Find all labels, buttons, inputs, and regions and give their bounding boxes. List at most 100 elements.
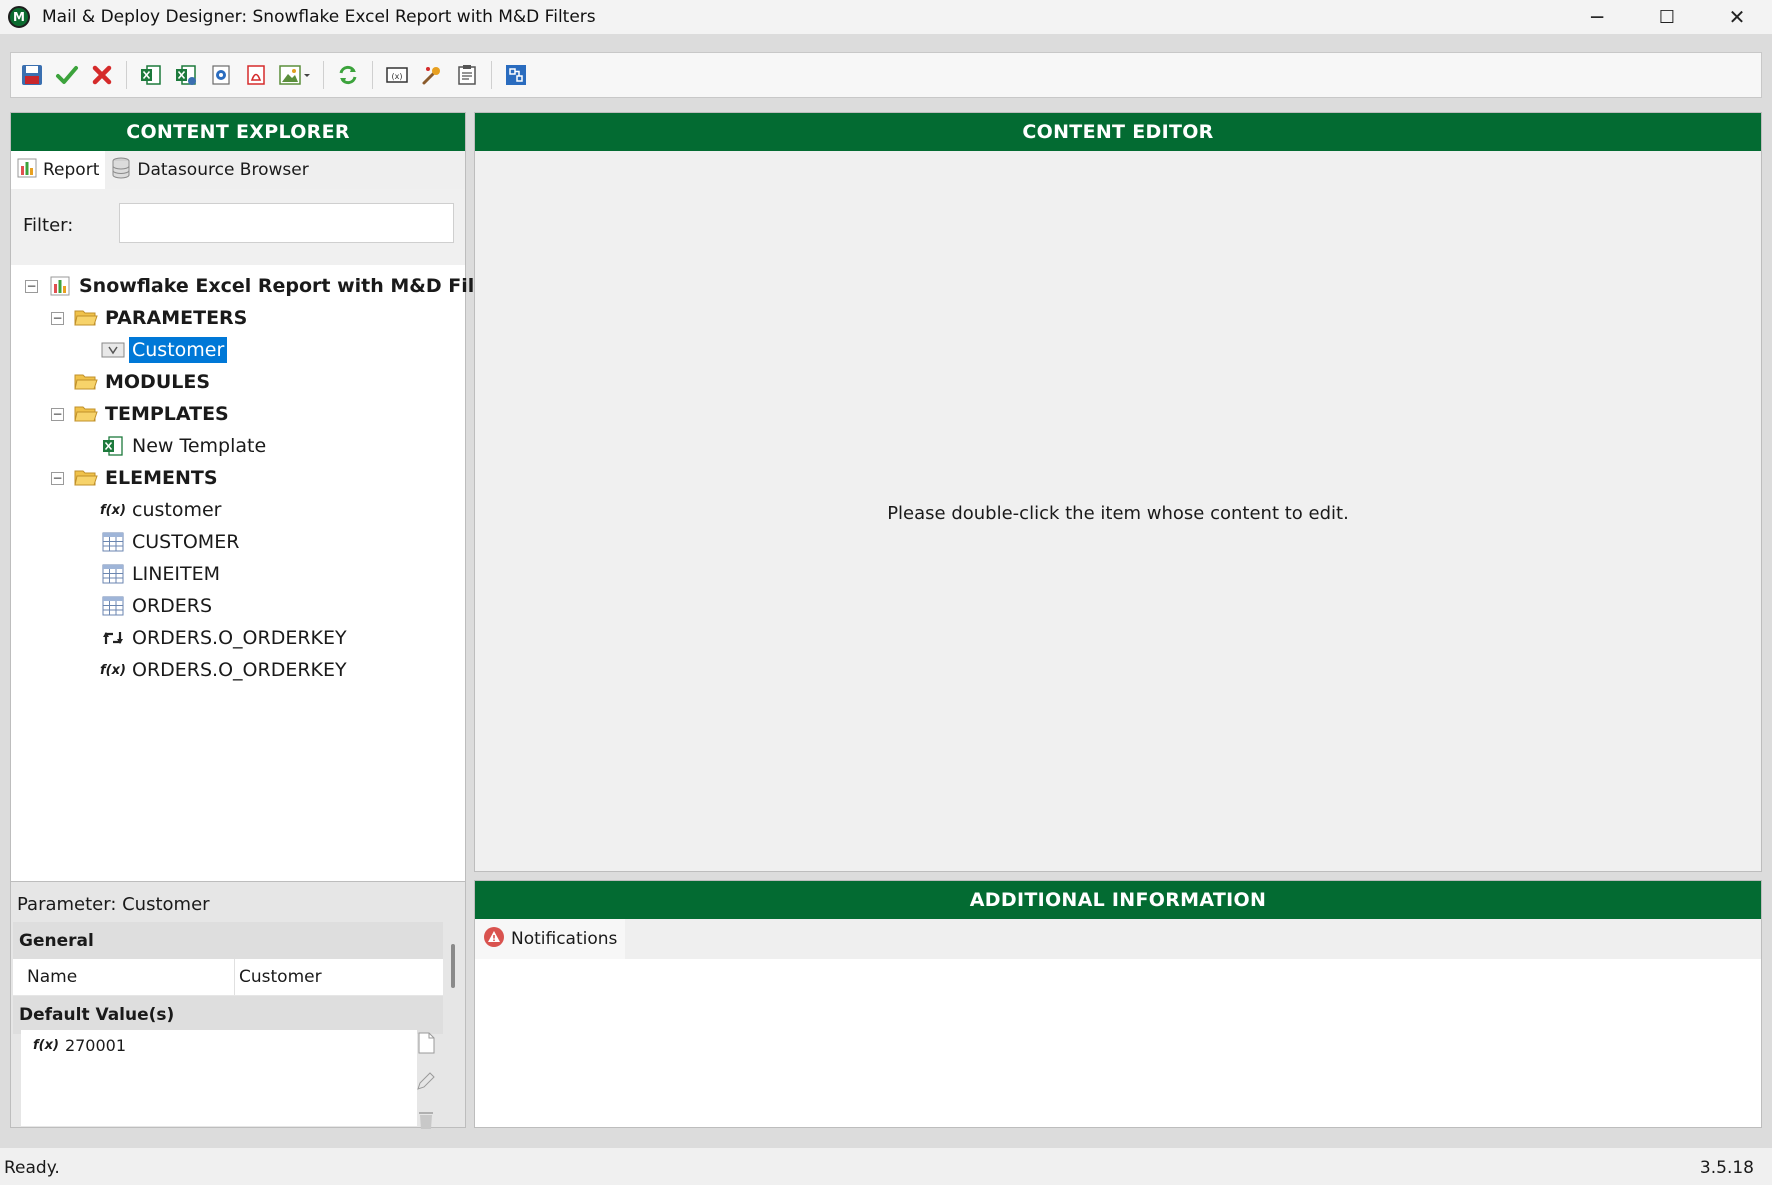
properties-general-section[interactable]: General: [13, 922, 443, 960]
maximize-button[interactable]: ☐: [1632, 0, 1702, 34]
trash-icon[interactable]: [416, 1108, 436, 1134]
function-icon: f(x): [100, 662, 126, 678]
tab-notifications-label: Notifications: [511, 929, 618, 949]
tree-folder-modules[interactable]: MODULES: [74, 367, 213, 397]
tab-datasource-browser[interactable]: Datasource Browser: [105, 151, 314, 189]
tree-item-new-template[interactable]: New Template: [101, 431, 269, 461]
collapse-icon[interactable]: −: [51, 407, 64, 421]
tree-modules-label: MODULES: [105, 371, 211, 393]
excel-template-icon: [101, 435, 125, 457]
minimize-button[interactable]: ─: [1562, 0, 1632, 34]
tree-new-template-label: New Template: [132, 435, 267, 457]
toolbar: (x): [10, 52, 1762, 98]
content-explorer-header: CONTENT EXPLORER: [11, 113, 465, 151]
structure-icon[interactable]: [503, 62, 529, 88]
tab-report[interactable]: Report: [11, 151, 106, 189]
tree-root-label: Snowflake Excel Report with M&D Filters: [79, 275, 517, 297]
collapse-icon[interactable]: −: [51, 471, 64, 485]
table-icon: [101, 531, 125, 553]
tree-elements-label: ELEMENTS: [105, 467, 218, 489]
tree-root-report[interactable]: − Snowflake Excel Report with M&D Filter…: [25, 271, 520, 301]
status-text: Ready.: [4, 1158, 60, 1178]
property-row-name: Name Customer: [13, 959, 443, 995]
save-icon[interactable]: [19, 62, 45, 88]
editor-placeholder-message: Please double-click the item whose conte…: [887, 503, 1349, 524]
tree-parameters-label: PARAMETERS: [105, 307, 248, 329]
status-bar: Ready. 3.5.18: [0, 1148, 1772, 1185]
title-bar: M Mail & Deploy Designer: Snowflake Exce…: [0, 0, 1772, 34]
version-label: 3.5.18: [1699, 1158, 1754, 1178]
property-name-key: Name: [13, 959, 235, 995]
additional-tabs: Notifications: [475, 919, 1761, 959]
close-button[interactable]: ✕: [1702, 0, 1772, 34]
tree-item-customer-parameter[interactable]: Customer: [101, 335, 228, 365]
toolbar-separator: [126, 61, 127, 89]
filter-input[interactable]: [119, 203, 454, 243]
warning-icon: [483, 926, 505, 953]
outlook-icon[interactable]: [208, 62, 234, 88]
apply-icon[interactable]: [54, 62, 80, 88]
tree-customer-table-label: CUSTOMER: [132, 531, 240, 553]
table-icon: [101, 563, 125, 585]
tree-lineitem-label: LINEITEM: [132, 563, 221, 585]
refresh-icon[interactable]: [335, 62, 361, 88]
clipboard-icon[interactable]: [454, 62, 480, 88]
default-value-text: 270001: [64, 1036, 127, 1055]
variable-icon[interactable]: (x): [384, 62, 410, 88]
app-logo-icon: M: [8, 6, 30, 28]
tree-orders-label: ORDERS: [132, 595, 213, 617]
window-controls: ─ ☐ ✕: [1562, 0, 1772, 34]
filter-row: Filter:: [11, 189, 465, 265]
tree-item-orderkey-function[interactable]: f(x) ORDERS.O_ORDERKEY: [100, 655, 350, 685]
table-icon: [101, 595, 125, 617]
tab-notifications[interactable]: Notifications: [475, 919, 626, 959]
tree-orderkey-rel-label: ORDERS.O_ORDERKEY: [132, 627, 347, 649]
folder-open-icon: [74, 307, 98, 329]
edit-pencil-icon[interactable]: [415, 1070, 437, 1096]
tree-item-orderkey-relation[interactable]: ORDERS.O_ORDERKEY: [101, 623, 350, 653]
tab-report-label: Report: [43, 160, 100, 180]
relation-arrows-icon: [101, 627, 125, 649]
window-title: Mail & Deploy Designer: Snowflake Excel …: [42, 7, 596, 27]
tree-item-orders-table[interactable]: ORDERS: [101, 591, 215, 621]
excel-icon[interactable]: [138, 62, 164, 88]
discard-icon[interactable]: [89, 62, 115, 88]
default-values-list: f(x) 270001: [21, 1030, 417, 1126]
content-explorer-panel: CONTENT EXPLORER Report Datasource Brows…: [10, 112, 517, 882]
report-chart-icon: [17, 158, 37, 183]
content-editor-panel: CONTENT EDITOR Please double-click the i…: [474, 112, 1762, 872]
default-value-item[interactable]: f(x) 270001: [33, 1036, 126, 1055]
content-editor-header: CONTENT EDITOR: [475, 113, 1761, 151]
properties-defaults-section[interactable]: Default Value(s): [13, 996, 443, 1034]
database-icon: [111, 157, 131, 184]
new-document-icon[interactable]: [416, 1032, 436, 1058]
excel-export-icon[interactable]: [173, 62, 199, 88]
tree-folder-elements[interactable]: − ELEMENTS: [51, 463, 221, 493]
properties-scrollbar[interactable]: [451, 944, 455, 988]
image-icon[interactable]: [278, 62, 312, 88]
folder-open-icon: [74, 467, 98, 489]
tree-item-customer-function[interactable]: f(x) customer: [100, 495, 224, 525]
tree-templates-label: TEMPLATES: [105, 403, 229, 425]
toolbar-separator: [372, 61, 373, 89]
tree-item-customer-table[interactable]: CUSTOMER: [101, 527, 242, 557]
property-name-value[interactable]: Customer: [235, 959, 322, 995]
wizard-icon[interactable]: [419, 62, 445, 88]
svg-text:(x): (x): [392, 72, 403, 81]
toolbar-separator: [323, 61, 324, 89]
pdf-icon[interactable]: [243, 62, 269, 88]
tree-item-lineitem-table[interactable]: LINEITEM: [101, 559, 223, 589]
report-chart-icon: [48, 275, 72, 297]
additional-information-header: ADDITIONAL INFORMATION: [475, 881, 1761, 919]
additional-information-panel: ADDITIONAL INFORMATION Notifications: [474, 880, 1762, 1128]
toolbar-separator: [491, 61, 492, 89]
collapse-icon[interactable]: −: [25, 279, 38, 293]
properties-panel: Parameter: Customer General Name Custome…: [10, 882, 466, 1129]
tree-folder-templates[interactable]: − TEMPLATES: [51, 399, 232, 429]
default-value-actions: [411, 1032, 441, 1134]
tree-folder-parameters[interactable]: − PARAMETERS: [51, 303, 250, 333]
folder-open-icon: [74, 403, 98, 425]
collapse-icon[interactable]: −: [51, 311, 64, 325]
tree-customer-param-label: Customer: [129, 337, 228, 363]
parameter-icon: [101, 339, 125, 361]
